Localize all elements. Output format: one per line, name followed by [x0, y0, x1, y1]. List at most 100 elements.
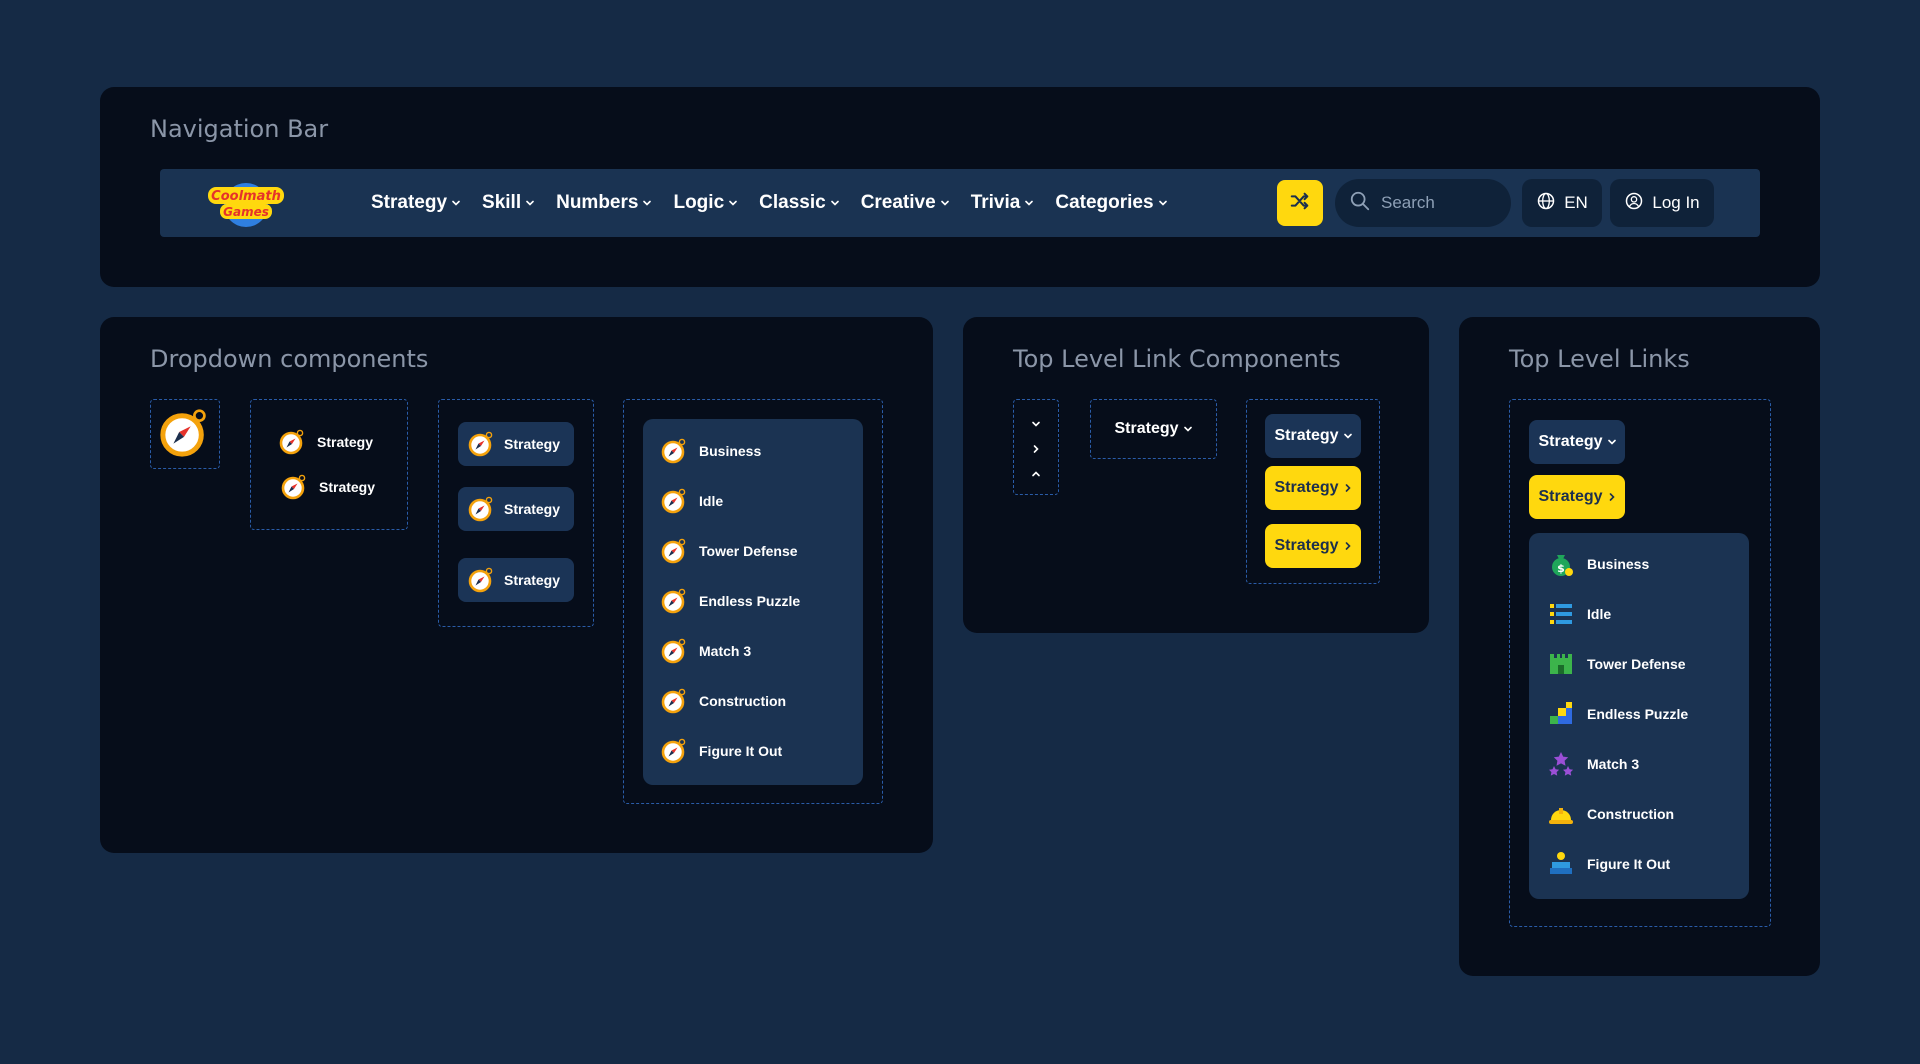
svg-text:$: $ — [1557, 562, 1565, 575]
plain-link-box: Strategy — [1090, 399, 1217, 459]
nav-item-classic[interactable]: Classic — [759, 192, 839, 214]
compass-icon — [279, 429, 305, 455]
dropdown-menu-item[interactable]: Figure It Out — [661, 738, 782, 764]
chevron-down-icon — [1031, 416, 1041, 434]
item-label: Construction — [699, 693, 787, 709]
dropdown-button-item[interactable]: Strategy — [458, 558, 574, 602]
top-link-yellow[interactable]: Strategy — [1529, 475, 1625, 519]
top-link-yellow[interactable]: Strategy — [1265, 524, 1361, 568]
plain-items-box: Strategy Strategy — [250, 399, 408, 530]
category-menu-item[interactable]: Idle — [1547, 600, 1611, 628]
item-label: Match 3 — [699, 643, 752, 659]
panel-title: Top Level Links — [1509, 345, 1690, 373]
login-button[interactable]: Log In — [1610, 179, 1714, 227]
top-link-dark[interactable]: Strategy — [1529, 420, 1625, 464]
item-label: Strategy — [504, 572, 561, 588]
person-box-icon — [1547, 850, 1575, 878]
dropdown-plain-item[interactable]: Strategy — [279, 429, 373, 455]
chevron-down-icon — [830, 199, 839, 207]
top-link-dark[interactable]: Strategy — [1265, 414, 1361, 458]
search-icon — [1349, 190, 1371, 217]
category-menu-item[interactable]: Figure It Out — [1547, 850, 1670, 878]
blocks-icon — [1547, 700, 1575, 728]
item-label: Tower Defense — [699, 543, 798, 559]
random-game-button[interactable] — [1277, 180, 1323, 226]
nav-item-skill[interactable]: Skill — [482, 192, 534, 214]
chevron-down-icon — [643, 199, 652, 207]
compass-icon — [159, 408, 209, 458]
language-label: EN — [1564, 193, 1588, 212]
compass-icon — [661, 488, 687, 514]
compass-icon — [468, 567, 494, 593]
nav-item-strategy[interactable]: Strategy — [371, 192, 460, 214]
chevron-right-icon — [1344, 542, 1352, 550]
compass-icon — [661, 538, 687, 564]
chevron-right-icon — [1608, 493, 1616, 501]
dropdown-menu-item[interactable]: Business — [661, 438, 761, 464]
item-label: Endless Puzzle — [1587, 706, 1689, 722]
top-link-plain[interactable]: Strategy — [1091, 400, 1215, 457]
nav-item-logic[interactable]: Logic — [673, 192, 737, 214]
top-links-box: Strategy Strategy $ Business Idle Tower … — [1509, 399, 1771, 927]
item-label: Endless Puzzle — [699, 593, 801, 609]
item-label: Strategy — [504, 501, 561, 517]
category-menu-item[interactable]: Construction — [1547, 800, 1674, 828]
styled-links-box: Strategy Strategy Strategy — [1246, 399, 1380, 584]
money-bag-icon: $ — [1547, 550, 1575, 578]
chevrons-box — [1013, 399, 1059, 495]
item-label: Match 3 — [1587, 756, 1640, 772]
search-placeholder: Search — [1381, 193, 1435, 212]
coolmath-logo[interactable]: Coolmath Games — [206, 179, 286, 227]
category-dropdown-menu: $ Business Idle Tower Defense Endless Pu… — [1529, 533, 1749, 899]
chevron-right-icon — [1344, 484, 1352, 492]
dropdown-menu-item[interactable]: Tower Defense — [661, 538, 798, 564]
top-link-yellow[interactable]: Strategy — [1265, 466, 1361, 510]
search-input[interactable]: Search — [1335, 179, 1511, 227]
chevron-down-icon — [526, 199, 534, 207]
shuffle-icon — [1289, 190, 1311, 217]
category-menu-item[interactable]: Tower Defense — [1547, 650, 1686, 678]
panel-title: Navigation Bar — [150, 115, 329, 143]
item-label: Strategy — [317, 434, 374, 450]
dropdown-plain-item[interactable]: Strategy — [281, 474, 375, 500]
item-label: Construction — [1587, 806, 1675, 822]
stars-icon — [1547, 750, 1575, 778]
item-label: Idle — [699, 493, 724, 509]
dropdown-menu-box: Business Idle Tower Defense Endless Puzz… — [623, 399, 883, 804]
chevron-right-icon — [1031, 441, 1041, 459]
item-label: Tower Defense — [1587, 656, 1686, 672]
nav-item-numbers[interactable]: Numbers — [556, 192, 652, 214]
item-label: Business — [699, 443, 762, 459]
icon-component-box — [150, 399, 220, 469]
dropdown-menu-item[interactable]: Construction — [661, 688, 786, 714]
dropdown-button-item[interactable]: Strategy — [458, 422, 574, 466]
category-menu-item[interactable]: $ Business — [1547, 550, 1649, 578]
item-label: Figure It Out — [699, 743, 783, 759]
category-menu-item[interactable]: Endless Puzzle — [1547, 700, 1688, 728]
chevron-down-icon — [1343, 432, 1352, 440]
list-icon — [1547, 600, 1575, 628]
dropdown-menu-item[interactable]: Idle — [661, 488, 723, 514]
nav-menu: Strategy Skill Numbers Logic Classic Cre… — [371, 169, 1189, 237]
item-label: Strategy — [319, 479, 376, 495]
category-menu-item[interactable]: Match 3 — [1547, 750, 1639, 778]
globe-icon — [1536, 191, 1556, 216]
nav-item-creative[interactable]: Creative — [861, 192, 949, 214]
item-label: Idle — [1587, 606, 1612, 622]
dropdown-button-item[interactable]: Strategy — [458, 487, 574, 531]
castle-icon — [1547, 650, 1575, 678]
nav-item-categories[interactable]: Categories — [1055, 192, 1167, 214]
nav-item-trivia[interactable]: Trivia — [971, 192, 1034, 214]
compass-icon — [661, 638, 687, 664]
user-icon — [1624, 191, 1644, 216]
dropdown-menu-item[interactable]: Match 3 — [661, 638, 751, 664]
compass-icon — [661, 438, 687, 464]
chevron-up-icon — [1031, 466, 1041, 484]
compass-icon — [468, 496, 494, 522]
panel-title: Top Level Link Components — [1013, 345, 1341, 373]
dropdown-menu-item[interactable]: Endless Puzzle — [661, 588, 800, 614]
language-button[interactable]: EN — [1522, 179, 1602, 227]
chevron-down-icon — [940, 199, 949, 207]
chevron-down-icon — [1183, 425, 1192, 433]
top-level-link-components-panel: Top Level Link Components Strategy Strat… — [963, 317, 1429, 633]
